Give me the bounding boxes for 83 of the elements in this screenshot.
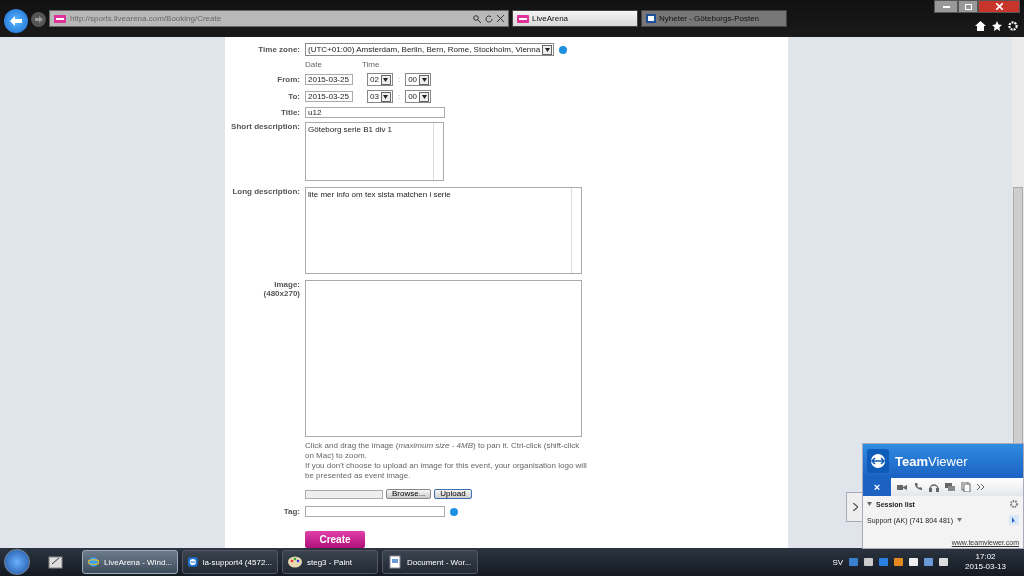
address-text: http://sports.livearena.com/Booking/Create <box>70 14 223 23</box>
create-button[interactable]: Create <box>305 531 365 548</box>
hour-select[interactable]: 03 <box>367 90 393 103</box>
time-zone-select[interactable]: (UTC+01:00) Amsterdam, Berlin, Bern, Rome, Stockholm, Vienna <box>305 43 555 56</box>
globe-icon[interactable] <box>88 555 99 569</box>
dropdown-arrow-icon <box>419 74 430 85</box>
minimize-button[interactable] <box>934 0 958 13</box>
minimize-icon <box>942 5 950 8</box>
close-button[interactable]: × <box>863 478 891 496</box>
field-label: Tag: <box>282 507 300 516</box>
browse-button[interactable]: Browse... <box>386 489 432 499</box>
taskbar-button[interactable]: Document - Wor... <box>382 550 478 574</box>
tag-field[interactable] <box>305 506 445 517</box>
clock: 17:02 2015-03-13 <box>965 552 1006 572</box>
help-text: Click and drag the image (maximum size - 4MB) to pan it. Ctrl-click (shift-click on Mac) to zoom. <box>305 441 581 461</box>
field-label: From: <box>276 75 300 84</box>
hour-select[interactable]: 02 <box>367 73 393 86</box>
close-icon[interactable] <box>497 15 504 22</box>
cursor-icon[interactable] <box>1009 515 1019 525</box>
arrow-icon <box>34 16 43 23</box>
dropdown-icon[interactable] <box>957 518 962 522</box>
column-header: Date <box>305 60 323 69</box>
chevron-icon <box>852 503 858 511</box>
search-icon[interactable] <box>473 14 481 23</box>
upload-button[interactable]: Upload <box>434 489 472 499</box>
language-indicator[interactable]: SV <box>832 557 844 567</box>
arrow-icon <box>10 16 22 26</box>
logo-icon <box>517 14 529 23</box>
field-label: Time zone: <box>257 45 300 54</box>
field-label: Title: <box>280 108 300 117</box>
field-label: Image: <box>273 280 300 289</box>
taskbar-button[interactable]: LiveArena - Wind... <box>82 550 178 574</box>
dropdown-arrow-icon <box>380 91 391 102</box>
arrows-icon[interactable] <box>188 555 198 569</box>
dropdown-arrow-icon <box>542 44 553 55</box>
taskbar-button[interactable]: la-support4 (4572... <box>182 550 278 574</box>
teamviewer-title: TeamViewer <box>895 453 968 469</box>
palette-icon[interactable] <box>288 555 302 569</box>
help-text: If you don't choose to upload an image for this event, your organisation logo will be presented as event image. <box>305 461 588 481</box>
short-description-field[interactable]: Göteborg serie B1 div 1 <box>305 122 444 181</box>
minute-select[interactable]: 00 <box>405 90 432 103</box>
maximize-button[interactable] <box>958 0 978 13</box>
field-label: Short description: <box>230 122 300 131</box>
time-separator: : <box>397 75 401 84</box>
taskbar-button[interactable]: steg3 - Paint <box>282 550 378 574</box>
star-icon[interactable] <box>992 21 1002 31</box>
file-field[interactable] <box>305 489 383 499</box>
date-field[interactable]: 2015-03-25 <box>305 74 353 85</box>
refresh-icon[interactable] <box>485 14 493 23</box>
field-label: Long description: <box>231 187 300 196</box>
collapse-icon[interactable] <box>867 502 872 506</box>
minute-select[interactable]: 00 <box>405 73 432 86</box>
more-icon[interactable] <box>977 483 985 491</box>
start-button[interactable] <box>4 549 30 575</box>
time-separator: : <box>397 92 401 101</box>
phone-icon[interactable] <box>913 482 923 492</box>
close-icon <box>995 3 1003 10</box>
forward-button[interactable] <box>31 12 46 27</box>
dropdown-arrow-icon <box>419 91 430 102</box>
long-description-field[interactable]: lite mer info om tex sista matchen i serie <box>305 187 582 274</box>
notepad-icon[interactable] <box>48 555 64 569</box>
dropdown-arrow-icon <box>380 74 391 85</box>
maximize-icon <box>964 3 972 10</box>
close-window-button[interactable] <box>978 0 1020 13</box>
logo-icon <box>646 14 656 23</box>
home-icon[interactable] <box>975 21 986 31</box>
chat-icon[interactable] <box>945 482 955 492</box>
camera-icon[interactable] <box>897 482 907 492</box>
date-field[interactable]: 2015-03-25 <box>305 91 353 102</box>
browser-tab[interactable]: Nyheter - Göteborgs-Posten <box>641 10 787 27</box>
info-icon <box>559 45 568 54</box>
column-header: Time <box>362 60 381 69</box>
title-field[interactable]: u12 <box>305 107 445 118</box>
headset-icon[interactable] <box>929 482 939 492</box>
teamviewer-logo-icon <box>867 449 889 473</box>
info-icon <box>450 507 458 516</box>
files-icon[interactable] <box>961 482 971 492</box>
field-label: To: <box>287 92 300 101</box>
browser-tab[interactable]: LiveArena <box>512 10 638 27</box>
back-button[interactable] <box>4 9 28 33</box>
document-icon[interactable] <box>388 555 402 569</box>
field-label: (480x270) <box>262 289 300 298</box>
logo-icon <box>54 14 66 23</box>
